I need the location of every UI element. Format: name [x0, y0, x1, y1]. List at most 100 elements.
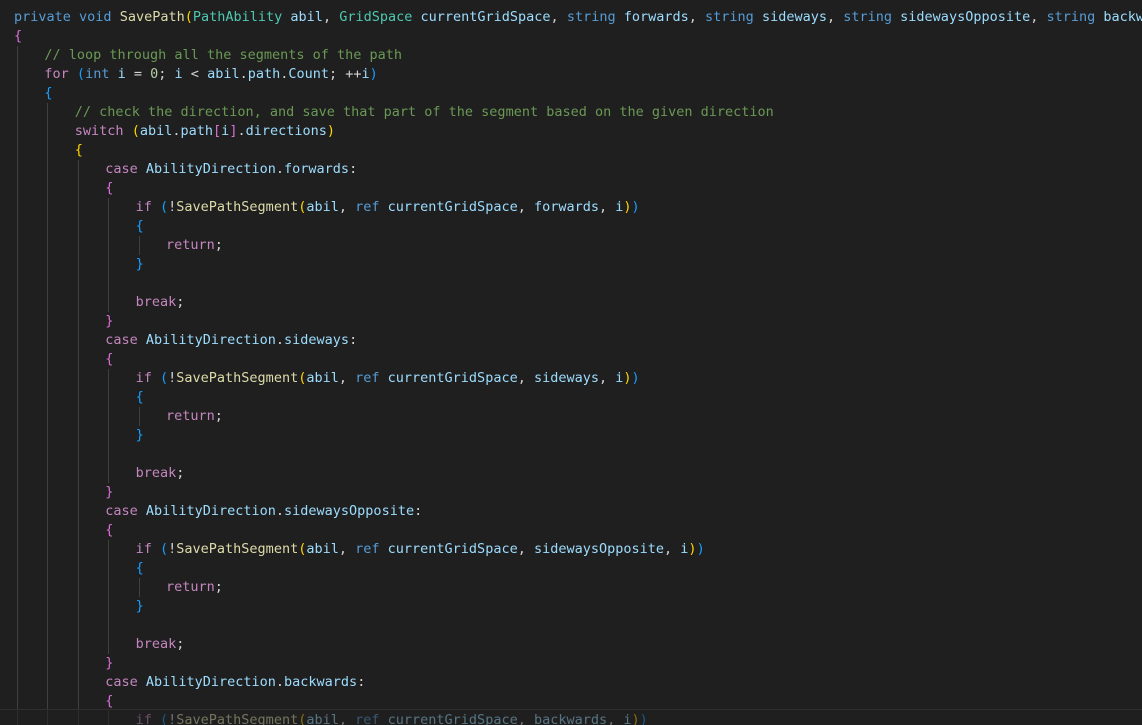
code-token: }	[105, 655, 114, 671]
code-token: case	[105, 503, 138, 519]
code-line[interactable]: case AbilityDirection.sideways:	[14, 331, 1142, 350]
code-token: (	[184, 9, 193, 25]
code-token: ref	[355, 199, 380, 215]
code-line[interactable]: for (int i = 0; i < abil.path.Count; ++i…	[14, 65, 1142, 84]
code-line[interactable]: private void SavePath(PathAbility abil, …	[14, 8, 1142, 27]
code-token: .	[275, 332, 285, 348]
code-token: SavePath	[119, 9, 185, 25]
code-token: {	[135, 389, 144, 405]
code-token: (	[131, 123, 140, 139]
code-token: ,	[826, 9, 844, 25]
code-token: AbilityDirection	[145, 674, 276, 690]
code-token: {	[74, 142, 83, 158]
code-token: SavePathSegment	[176, 199, 299, 215]
code-token: forwards	[533, 199, 599, 215]
code-line[interactable]: if (!SavePathSegment(abil, ref currentGr…	[14, 198, 1142, 217]
code-token: {	[44, 85, 53, 101]
code-line-text: // check the direction, and save that pa…	[14, 104, 774, 120]
code-token: PathAbility	[192, 9, 283, 25]
code-token: (	[160, 541, 169, 557]
code-line-text: if (!SavePathSegment(abil, ref currentGr…	[14, 370, 640, 386]
code-line[interactable]: {	[14, 388, 1142, 407]
code-line[interactable]: {	[14, 559, 1142, 578]
code-line[interactable]: case AbilityDirection.forwards:	[14, 160, 1142, 179]
code-line[interactable]: {	[14, 217, 1142, 236]
code-lines[interactable]: private void SavePath(PathAbility abil, …	[14, 8, 1142, 725]
code-token: ; ++	[329, 66, 362, 82]
code-token: private	[14, 9, 71, 25]
code-line[interactable]: {	[14, 27, 1142, 46]
code-line[interactable]: break;	[14, 293, 1142, 312]
code-token: )	[326, 123, 336, 139]
code-token: ;	[214, 408, 223, 424]
code-token: {	[105, 522, 114, 538]
code-line[interactable]: {	[14, 179, 1142, 198]
code-line[interactable]: return;	[14, 578, 1142, 597]
code-token: )	[696, 541, 705, 557]
code-token: )	[623, 199, 632, 215]
code-token: )	[369, 66, 378, 82]
code-line[interactable]: return;	[14, 236, 1142, 255]
code-token: ;	[176, 294, 185, 310]
code-line[interactable]: {	[14, 141, 1142, 160]
code-token: string	[705, 9, 754, 25]
code-token: if	[135, 370, 152, 386]
code-token: break	[135, 294, 177, 310]
code-line-text: }	[14, 256, 144, 272]
code-token: ,	[517, 541, 534, 557]
code-token: ,	[688, 9, 706, 25]
code-line-text: {	[14, 389, 144, 405]
code-line-text: break;	[14, 465, 185, 481]
code-token: if	[135, 199, 152, 215]
code-token: }	[105, 484, 114, 500]
code-line[interactable]: // check the direction, and save that pa…	[14, 103, 1142, 122]
code-token: AbilityDirection	[145, 332, 276, 348]
code-line[interactable]: {	[14, 350, 1142, 369]
code-line[interactable]: // loop through all the segments of the …	[14, 46, 1142, 65]
code-line-text: case AbilityDirection.sidewaysOpposite:	[14, 503, 422, 519]
code-line[interactable]: }	[14, 426, 1142, 445]
code-line[interactable]: break;	[14, 635, 1142, 654]
code-line[interactable]: switch (abil.path[i].directions)	[14, 122, 1142, 141]
code-line[interactable]	[14, 445, 1142, 464]
code-line[interactable]	[14, 274, 1142, 293]
code-line[interactable]: }	[14, 312, 1142, 331]
code-line[interactable]: break;	[14, 464, 1142, 483]
code-token: if	[135, 541, 152, 557]
code-line[interactable]: if (!SavePathSegment(abil, ref currentGr…	[14, 540, 1142, 559]
code-line[interactable]: }	[14, 654, 1142, 673]
code-line[interactable]: if (!SavePathSegment(abil, ref currentGr…	[14, 369, 1142, 388]
code-line-text: {	[14, 180, 113, 196]
code-line[interactable]: return;	[14, 407, 1142, 426]
code-line-text: case AbilityDirection.sideways:	[14, 332, 357, 348]
code-token: ,	[517, 199, 534, 215]
code-line[interactable]: {	[14, 521, 1142, 540]
code-token: Count	[288, 66, 330, 82]
code-editor[interactable]: private void SavePath(PathAbility abil, …	[0, 0, 1142, 725]
code-token: =	[125, 66, 151, 82]
code-line[interactable]: {	[14, 84, 1142, 103]
code-token: // check the direction, and save that pa…	[74, 104, 774, 120]
code-token: currentGridSpace	[420, 9, 551, 25]
code-token: sidewaysOpposite	[533, 541, 665, 557]
code-token: return	[166, 579, 215, 595]
code-line[interactable]: }	[14, 483, 1142, 502]
code-line-text: {	[14, 351, 113, 367]
code-line[interactable]: case AbilityDirection.sidewaysOpposite:	[14, 502, 1142, 521]
code-token: .	[237, 123, 246, 139]
code-line[interactable]: }	[14, 255, 1142, 274]
code-token: }	[105, 313, 114, 329]
code-line-text: return;	[14, 408, 223, 424]
code-token: )	[631, 370, 640, 386]
code-line-text: {	[14, 85, 53, 101]
code-line[interactable]: case AbilityDirection.backwards:	[14, 673, 1142, 692]
code-token: {	[14, 28, 23, 44]
code-line[interactable]	[14, 616, 1142, 635]
code-line[interactable]: }	[14, 597, 1142, 616]
